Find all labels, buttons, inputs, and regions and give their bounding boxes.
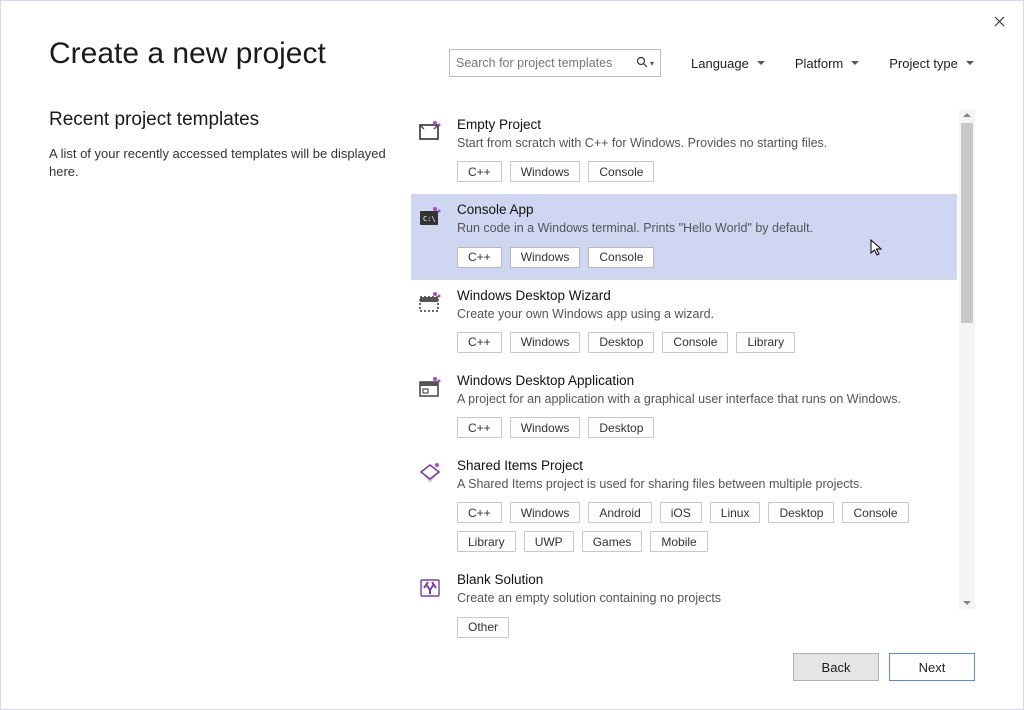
close-icon <box>994 16 1005 27</box>
close-button[interactable] <box>987 9 1011 33</box>
template-description: A Shared Items project is used for shari… <box>457 476 947 492</box>
filter-platform-label: Platform <box>795 56 843 71</box>
template-tag: Games <box>582 531 643 552</box>
page-title: Create a new project <box>49 37 409 71</box>
template-title: Windows Desktop Wizard <box>457 288 947 303</box>
console-app-icon: C:\ <box>417 204 443 230</box>
template-tag: Desktop <box>588 417 654 438</box>
filter-project-type[interactable]: Project type <box>889 56 974 71</box>
template-tag: Console <box>588 247 654 268</box>
template-tag: Windows <box>510 161 581 182</box>
template-tag: C++ <box>457 502 502 523</box>
template-tags: C++ Windows Desktop Console Library <box>457 332 947 353</box>
template-item[interactable]: Windows Desktop Wizard Create your own Wi… <box>411 280 957 365</box>
template-tag: Console <box>842 502 908 523</box>
template-tag: Desktop <box>768 502 834 523</box>
template-title: Console App <box>457 202 947 217</box>
filter-platform[interactable]: Platform <box>795 56 859 71</box>
blank-solution-icon <box>417 574 443 600</box>
template-description: Start from scratch with C++ for Windows.… <box>457 135 947 151</box>
filter-project-type-label: Project type <box>889 56 958 71</box>
template-tags: C++ Windows Console <box>457 247 947 268</box>
template-item[interactable]: Blank Solution Create an empty solution c… <box>411 564 957 649</box>
template-tag: UWP <box>524 531 574 552</box>
template-tags: C++ Windows Console <box>457 161 947 182</box>
template-tag: Windows <box>510 247 581 268</box>
search-box[interactable]: ▾ <box>449 49 661 77</box>
template-title: Empty Project <box>457 117 947 132</box>
scroll-up-icon[interactable] <box>963 113 971 117</box>
template-tag: C++ <box>457 247 502 268</box>
template-tags: C++ Windows Desktop <box>457 417 947 438</box>
template-title: Blank Solution <box>457 572 947 587</box>
template-description: Run code in a Windows terminal. Prints "… <box>457 220 947 236</box>
template-description: Create an empty solution containing no p… <box>457 590 947 606</box>
template-tags: C++ Windows Android iOS Linux Desktop Console L… <box>457 502 947 552</box>
chevron-down-icon <box>851 61 859 65</box>
template-tag: C++ <box>457 332 502 353</box>
template-description: Create your own Windows app using a wiza… <box>457 306 947 322</box>
template-tag: C++ <box>457 417 502 438</box>
template-tag: Library <box>736 332 795 353</box>
template-tag: Console <box>662 332 728 353</box>
template-item[interactable]: Windows Desktop Application A project for… <box>411 365 957 450</box>
svg-text:C:\: C:\ <box>423 215 436 223</box>
filter-language[interactable]: Language <box>691 56 765 71</box>
template-tag: Desktop <box>588 332 654 353</box>
scroll-thumb[interactable] <box>961 123 973 323</box>
template-item[interactable]: Shared Items Project A Shared Items proje… <box>411 450 957 564</box>
template-title: Windows Desktop Application <box>457 373 947 388</box>
search-input[interactable] <box>456 56 632 70</box>
scroll-down-icon[interactable] <box>963 601 971 605</box>
recent-templates-title: Recent project templates <box>49 109 391 131</box>
template-item[interactable]: C:\ Console App Run code in a Windows term… <box>411 194 957 279</box>
back-button[interactable]: Back <box>793 653 879 681</box>
template-description: A project for an application with a grap… <box>457 391 947 407</box>
template-title: Shared Items Project <box>457 458 947 473</box>
filter-language-label: Language <box>691 56 749 71</box>
template-tags: Other <box>457 617 947 638</box>
template-tag: iOS <box>660 502 702 523</box>
search-chevron-icon: ▾ <box>650 59 654 68</box>
wizard-icon <box>417 290 443 316</box>
empty-project-icon <box>417 119 443 145</box>
template-item[interactable]: Empty Project Start from scratch with C++… <box>411 109 957 194</box>
scrollbar[interactable] <box>959 109 975 609</box>
template-tag: Windows <box>510 332 581 353</box>
template-tag: Mobile <box>650 531 707 552</box>
template-tag: Library <box>457 531 516 552</box>
template-tag: C++ <box>457 161 502 182</box>
template-tag: Windows <box>510 502 581 523</box>
next-button[interactable]: Next <box>889 653 975 681</box>
chevron-down-icon <box>757 61 765 65</box>
template-tag: Console <box>588 161 654 182</box>
template-list: Empty Project Start from scratch with C++… <box>411 109 957 609</box>
chevron-down-icon <box>966 61 974 65</box>
shared-items-icon <box>417 460 443 486</box>
template-tag: Android <box>588 502 651 523</box>
recent-templates-description: A list of your recently accessed templat… <box>49 145 391 180</box>
desktop-app-icon <box>417 375 443 401</box>
search-icon <box>636 56 648 71</box>
template-tag: Linux <box>710 502 761 523</box>
template-tag: Windows <box>510 417 581 438</box>
template-tag: Other <box>457 617 509 638</box>
